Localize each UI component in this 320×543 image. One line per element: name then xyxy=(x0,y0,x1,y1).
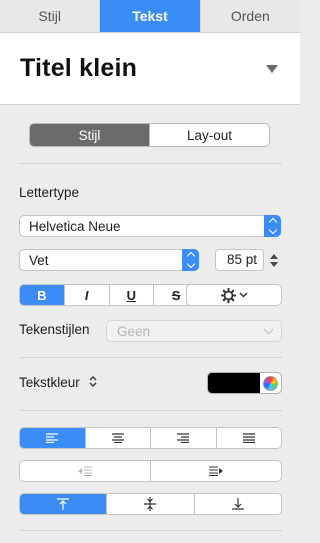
chevron-down-icon xyxy=(263,324,274,335)
align-center-button[interactable] xyxy=(84,428,151,448)
align-bottom-button[interactable] xyxy=(193,494,281,514)
vertical-alignment-group xyxy=(19,493,282,515)
italic-button[interactable]: I xyxy=(63,285,109,305)
align-bottom-icon xyxy=(231,498,244,510)
align-top-icon xyxy=(57,498,70,510)
character-styles-value: Geen xyxy=(117,323,151,339)
align-middle-icon xyxy=(144,497,157,511)
tab-tekst[interactable]: Tekst xyxy=(100,0,201,32)
align-top-button[interactable] xyxy=(20,494,107,514)
inspector-tabbar: Stijl Tekst Orden xyxy=(0,0,300,33)
color-wheel-icon[interactable] xyxy=(263,376,278,391)
align-justify-button[interactable] xyxy=(215,428,282,448)
font-section-label: Lettertype xyxy=(19,185,80,200)
character-styles-popup: Geen xyxy=(106,320,282,342)
increase-indent-button[interactable] xyxy=(150,461,281,481)
align-left-button[interactable] xyxy=(20,428,85,448)
divider xyxy=(20,410,282,411)
font-family-value: Helvetica Neue xyxy=(29,218,121,234)
align-right-button[interactable] xyxy=(150,428,216,448)
updown-chevron-icon[interactable] xyxy=(89,375,97,388)
decrement-icon[interactable] xyxy=(270,261,278,267)
bold-button[interactable]: B xyxy=(20,285,64,305)
paragraph-style-name: Titel klein xyxy=(20,54,138,82)
horizontal-alignment-group xyxy=(19,427,282,449)
indent-group xyxy=(19,460,282,482)
text-format-buttons: B I U S xyxy=(19,284,199,306)
divider xyxy=(20,530,282,531)
mode-layout-button[interactable]: Lay-out xyxy=(149,124,269,146)
text-mode-toggle: Stijl Lay-out xyxy=(29,123,270,147)
align-right-icon xyxy=(177,433,190,443)
align-justify-icon xyxy=(242,433,255,443)
font-family-popup[interactable]: Helvetica Neue xyxy=(19,215,281,237)
tab-orden[interactable]: Orden xyxy=(201,0,300,32)
paragraph-style-selector[interactable]: Titel klein xyxy=(0,33,300,105)
align-center-icon xyxy=(111,433,124,443)
underline-button[interactable]: U xyxy=(108,285,154,305)
decrease-indent-button[interactable] xyxy=(20,461,150,481)
advanced-options-button[interactable] xyxy=(186,284,282,306)
tab-stijl[interactable]: Stijl xyxy=(0,0,101,32)
gear-icon xyxy=(220,287,236,303)
font-size-stepper[interactable] xyxy=(268,249,280,271)
increase-indent-icon xyxy=(209,466,223,476)
decrease-indent-icon xyxy=(78,466,92,476)
align-left-icon xyxy=(46,433,59,443)
text-color-label[interactable]: Tekstkleur xyxy=(19,375,80,390)
text-color-well[interactable] xyxy=(207,372,282,394)
chevron-down-icon xyxy=(238,292,248,298)
divider xyxy=(20,357,282,358)
font-weight-value: Vet xyxy=(29,252,49,268)
increment-icon[interactable] xyxy=(270,253,278,259)
font-size-field[interactable]: 85 pt xyxy=(215,249,264,271)
character-styles-label: Tekenstijlen xyxy=(19,322,90,337)
mode-stijl-button[interactable]: Stijl xyxy=(30,124,149,146)
font-weight-popup[interactable]: Vet xyxy=(19,249,199,271)
divider xyxy=(20,163,282,164)
align-middle-button[interactable] xyxy=(106,494,193,514)
color-swatch[interactable] xyxy=(208,373,260,393)
disclosure-triangle-icon[interactable] xyxy=(266,64,278,73)
popup-chevrons-icon xyxy=(182,249,199,271)
popup-chevrons-icon xyxy=(264,215,281,237)
